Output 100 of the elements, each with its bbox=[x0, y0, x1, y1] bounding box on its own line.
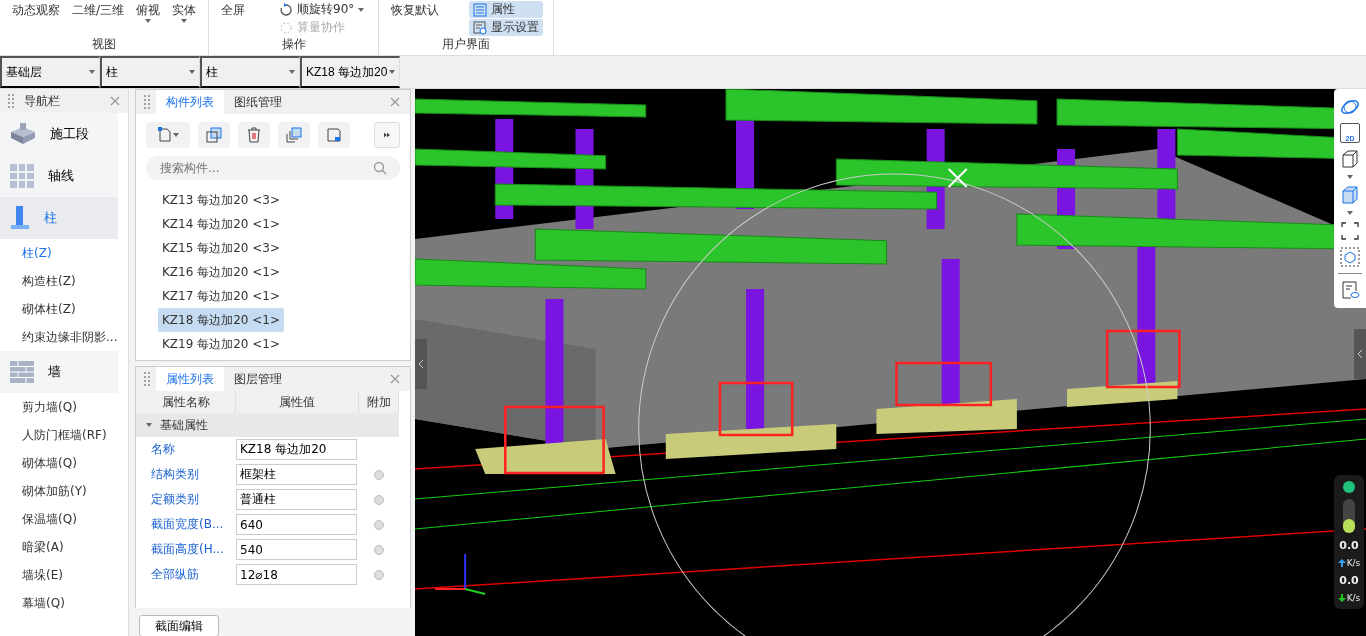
nav-category[interactable]: 墙 bbox=[0, 351, 118, 393]
network-unit: K/s bbox=[1337, 558, 1361, 568]
caret-icon bbox=[289, 70, 295, 74]
ribbon-group-label: 用户界面 bbox=[441, 36, 492, 53]
caret-icon bbox=[1347, 211, 1353, 215]
collaboration-icon bbox=[279, 20, 294, 35]
ribbon-button[interactable]: 恢复默认 bbox=[389, 0, 442, 21]
component-list-item[interactable]: KZ16 每边加20 <1> bbox=[158, 260, 284, 284]
property-name: 截面宽度(B... bbox=[150, 516, 225, 533]
option-dot[interactable] bbox=[374, 494, 384, 505]
list-icon bbox=[473, 2, 488, 17]
save-button[interactable] bbox=[318, 122, 350, 148]
drag-handle-icon[interactable] bbox=[8, 94, 14, 108]
fullscreen-icon[interactable] bbox=[1340, 221, 1360, 241]
cube-icon bbox=[10, 123, 36, 145]
panel-title: 导航栏 bbox=[24, 92, 61, 110]
copy-icon bbox=[206, 127, 222, 143]
nav-category[interactable]: 轴线 bbox=[0, 155, 118, 197]
caret-icon bbox=[181, 19, 188, 23]
close-icon[interactable] bbox=[390, 374, 400, 384]
copy-button[interactable] bbox=[198, 122, 230, 148]
ribbon-group-label: 视图 bbox=[91, 36, 117, 53]
nav-category[interactable]: 柱 bbox=[0, 197, 118, 239]
filter-dropdown[interactable]: 柱 bbox=[100, 56, 200, 88]
caret-icon bbox=[145, 19, 152, 23]
orbit-icon[interactable] bbox=[1340, 97, 1360, 117]
property-value-field[interactable]: 12⌀18 bbox=[236, 564, 357, 585]
ribbon-menu-button[interactable]: 实体 bbox=[170, 0, 199, 25]
status-dot-icon bbox=[1343, 481, 1355, 493]
option-dot[interactable] bbox=[374, 569, 384, 580]
component-list-item[interactable]: KZ13 每边加20 <3> bbox=[158, 188, 284, 212]
panel-tab[interactable]: 图层管理 bbox=[224, 367, 292, 391]
chevron-left-icon bbox=[418, 359, 424, 369]
column-header: 属性值 bbox=[236, 391, 359, 413]
down-arrow-icon bbox=[1337, 594, 1346, 602]
close-icon[interactable] bbox=[390, 97, 400, 107]
ribbon-button[interactable]: 顺旋转90° bbox=[275, 1, 369, 18]
option-dot[interactable] bbox=[374, 469, 384, 480]
close-icon[interactable] bbox=[110, 96, 120, 106]
cube-icon[interactable] bbox=[1340, 149, 1360, 169]
search-icon bbox=[372, 160, 388, 176]
component-list-item[interactable]: KZ14 每边加20 <1> bbox=[158, 212, 284, 236]
nav-category[interactable]: 施工段 bbox=[0, 113, 118, 155]
panel-tab[interactable]: 属性列表 bbox=[156, 367, 224, 391]
option-dot[interactable] bbox=[374, 519, 384, 530]
property-value-field[interactable]: 540 bbox=[236, 539, 357, 560]
component-list-item[interactable]: KZ19 每边加20 <1> bbox=[158, 332, 284, 356]
caret-icon bbox=[189, 70, 195, 74]
brick-wall-icon bbox=[10, 361, 34, 383]
gauge-icon bbox=[1343, 499, 1355, 533]
ribbon-button[interactable]: 全屏 bbox=[219, 0, 248, 21]
display-settings-icon bbox=[473, 20, 488, 35]
box-select-icon[interactable] bbox=[1340, 247, 1360, 267]
up-arrow-icon bbox=[1337, 559, 1346, 567]
caret-icon bbox=[358, 7, 365, 12]
ribbon-toggle-button[interactable]: 显示设置 bbox=[469, 19, 544, 36]
caret-icon bbox=[146, 422, 152, 428]
property-value-field[interactable]: KZ18 每边加20 bbox=[236, 439, 357, 460]
stacked-squares-icon bbox=[286, 127, 302, 143]
search-field[interactable]: 搜索构件... bbox=[146, 156, 400, 180]
drag-handle-icon[interactable] bbox=[144, 372, 150, 386]
ribbon-toggle-button[interactable]: 属性 bbox=[469, 1, 544, 18]
caret-icon bbox=[389, 70, 396, 74]
more-button[interactable] bbox=[374, 122, 400, 148]
network-speed: 0.0 bbox=[1339, 574, 1359, 587]
grid-icon bbox=[10, 164, 34, 188]
chevron-left-icon bbox=[1357, 349, 1363, 359]
drag-handle-icon[interactable] bbox=[144, 95, 150, 109]
trash-icon bbox=[246, 127, 262, 143]
component-list-item[interactable]: KZ18 每边加20 <1> bbox=[158, 308, 284, 332]
section-header[interactable]: 基础属性 bbox=[136, 413, 399, 437]
column-icon bbox=[10, 206, 30, 230]
delete-button[interactable] bbox=[238, 122, 270, 148]
collapse-handle[interactable] bbox=[1354, 329, 1366, 379]
ribbon-button[interactable]: 动态观察 bbox=[10, 0, 62, 21]
document-view-icon[interactable] bbox=[1340, 280, 1360, 300]
property-value-field[interactable]: 640 bbox=[236, 514, 357, 535]
panel-tab[interactable]: 图纸管理 bbox=[224, 90, 292, 114]
option-dot[interactable] bbox=[374, 544, 384, 555]
panel-tab[interactable]: 构件列表 bbox=[156, 90, 224, 114]
property-value-field[interactable]: 普通柱 bbox=[236, 489, 357, 510]
component-list-item[interactable]: KZ17 每边加20 <1> bbox=[158, 284, 284, 308]
caret-icon bbox=[1347, 175, 1353, 179]
ribbon-menu-button[interactable]: 俯视 bbox=[134, 0, 163, 25]
property-value-field[interactable]: 框架柱 bbox=[236, 464, 357, 485]
ribbon-group-label: 操作 bbox=[280, 36, 307, 53]
network-unit: K/s bbox=[1337, 593, 1361, 603]
filter-dropdown[interactable]: 基础层 bbox=[0, 56, 100, 88]
component-list-item[interactable]: KZ15 每边加20 <3> bbox=[158, 236, 284, 260]
copy-layers-button[interactable] bbox=[278, 122, 310, 148]
property-name: 定额类别 bbox=[150, 491, 200, 508]
save-icon bbox=[326, 127, 342, 143]
filter-dropdown[interactable]: 柱 bbox=[200, 56, 300, 88]
filter-dropdown[interactable]: KZ18 每边加20 bbox=[300, 56, 401, 88]
property-name: 结构类别 bbox=[150, 466, 200, 483]
section-edit-button[interactable]: 截面编辑 bbox=[139, 615, 219, 636]
collapse-handle[interactable] bbox=[415, 339, 427, 389]
new-button[interactable] bbox=[146, 122, 190, 148]
ribbon-button[interactable]: 二维/三维 bbox=[70, 0, 127, 21]
search-input[interactable]: 搜索构件... bbox=[158, 160, 368, 176]
